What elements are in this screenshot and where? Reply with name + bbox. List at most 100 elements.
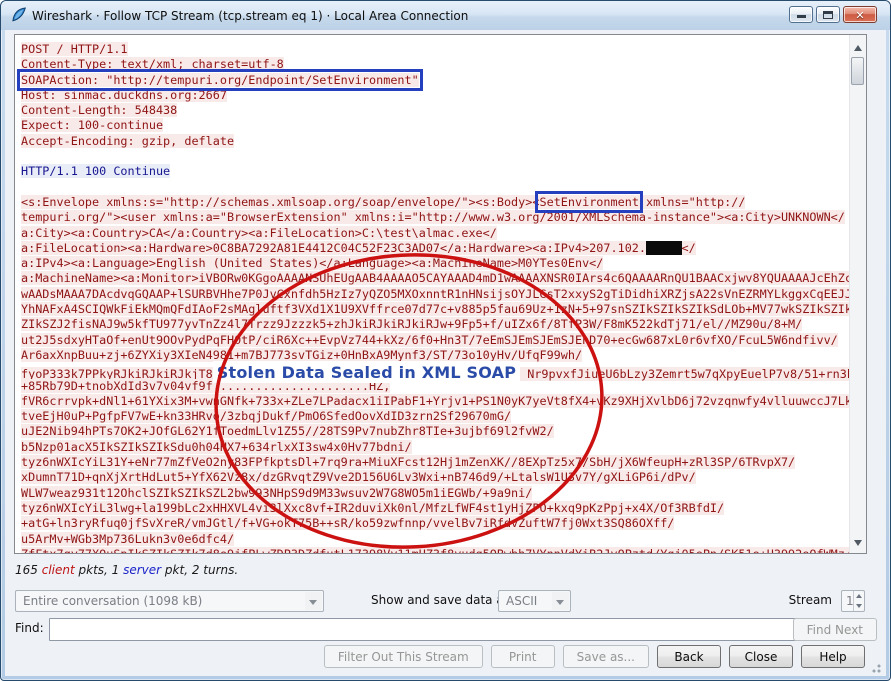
wireshark-icon	[10, 6, 28, 24]
show-as-select[interactable]: ASCII	[498, 590, 571, 612]
stream-line: WLW7weaz931t12OhclSZIkSZIkSZL2bw993NHpS9…	[21, 486, 849, 501]
status-line: 165 client pkts, 1 server pkt, 2 turns.	[15, 563, 238, 577]
stream-line: fVR6crrvpk+dNl1+61YXix3M+vwnGNfk+733x+ZL…	[21, 394, 849, 409]
back-button[interactable]: Back	[657, 645, 721, 668]
chevron-down-icon	[305, 592, 322, 610]
stream-line	[21, 149, 849, 164]
status-part: 2 turns.	[192, 563, 238, 577]
stream-segment: <s:Envelope xmlns:s="http://schemas.xmls…	[21, 195, 539, 209]
save-as-button[interactable]: Save as...	[563, 645, 649, 668]
find-label: Find:	[15, 621, 44, 635]
stream-segment: wAADsMAAA7DAcdvqGQAAP+lSURBVHhe7P0JvCxnf…	[21, 287, 849, 301]
stream-segment: a:City><a:Country>CA</a:Country><a:FileL…	[21, 226, 497, 240]
status-part: 165	[15, 563, 42, 577]
show-as-select-value: ASCII	[506, 594, 537, 608]
stream-line: a:City><a:Country>CA</a:Country><a:FileL…	[21, 226, 849, 241]
follow-tcp-stream-window: Wireshark · Follow TCP Stream (tcp.strea…	[0, 0, 891, 681]
stream-line: <s:Envelope xmlns:s="http://schemas.xmls…	[21, 195, 849, 210]
stream-segment: HTTP/1.1 100 Continue	[21, 164, 170, 178]
stream-segment: tyz6nWXIcYiL3lwg+la199bLc2xHHXVL4vi3lXxc…	[21, 501, 724, 515]
status-part: pkts,	[75, 563, 112, 577]
stream-line: Host: sinmac.duckdns.org:2667	[21, 88, 849, 103]
stream-segment: POST / HTTP/1.1	[21, 42, 128, 56]
highlight-box-text: SetEnvironment	[539, 195, 638, 209]
stream-segment: fVR6crrvpk+dNl1+61YXix3M+vwnGNfk+733x+ZL…	[21, 394, 849, 408]
stream-line: Content-Length: 548438	[21, 103, 849, 118]
stream-segment: tveEjH0uP+PgfpFV7wE+kn33HRvo/3zbqjDukf/P…	[21, 409, 511, 423]
stream-line: Content-Type: text/xml; charset=utf-8	[21, 57, 849, 72]
stream-segment: a:IPv4><a:Language>English (United State…	[21, 256, 603, 270]
stream-line: Expect: 100-continue	[21, 118, 849, 133]
stream-segment: +atG+ln3ryRfuq0jfSvXreR/vmJGtl/f+VG+okT7…	[21, 516, 674, 530]
stream-line: tempuri.org/"><user xmlns:a="BrowserExte…	[21, 210, 849, 225]
stream-line: xDumnT71D+qnXjXrtHdLut5+YfX62Vz8x/dzGRvq…	[21, 470, 849, 485]
scroll-down-icon[interactable]	[854, 540, 862, 546]
maximize-icon	[823, 11, 833, 19]
stream-segment: xDumnT71D+qnXjXrtHdLut5+YfX62Vz8x/dzGRvq…	[21, 470, 696, 484]
stream-segment: Nr9pvxfJiueU6bLzy3Zemrt5w7qXpyEuelP7v8/5…	[520, 367, 849, 381]
help-button[interactable]: Help	[801, 645, 865, 668]
print-button[interactable]: Print	[491, 645, 555, 668]
stream-line: +atG+ln3ryRfuq0jfSvXreR/vmJGtl/f+VG+okT7…	[21, 516, 849, 531]
minimize-button[interactable]	[789, 6, 813, 23]
stream-segment: Expect: 100-continue	[21, 118, 163, 132]
stream-segment: u5ArMv+WGb3Mp736Lukn3v0e6dfc4/	[21, 532, 234, 546]
stream-text[interactable]: POST / HTTP/1.1Content-Type: text/xml; c…	[15, 35, 849, 553]
titlebar[interactable]: Wireshark · Follow TCP Stream (tcp.strea…	[1, 1, 890, 30]
status-part: 1	[112, 563, 123, 577]
conversation-select-value: Entire conversation (1098 kB)	[23, 594, 202, 608]
stream-segment: ZIkSZJ2fisNAJ9w5kfTU977yvTnZz4l7Trzz9Jzz…	[21, 317, 802, 331]
stream-line: fyoP333k7PPkyRJkiRJkiRJkjT8Stolen Data S…	[21, 363, 849, 378]
find-next-button[interactable]: Find Next	[793, 618, 877, 641]
stream-segment: </	[682, 241, 696, 255]
stream-line: ZfFtx7qy77XQuSpIkSZIkSZIk7d8e9jfPLwZDP3D…	[21, 547, 849, 553]
find-input[interactable]	[49, 618, 812, 641]
stream-number-stepper[interactable]: 1	[841, 590, 865, 612]
stream-segment: ut2J5sdxyHTaOf+enUt9OOvPydPqFH0tP/ciR6Xc…	[21, 333, 838, 347]
stream-segment: YhNAFxA4SCIQWkFiEkMQmQFdIAoF2sMAgluftf3V…	[21, 302, 849, 316]
stream-line: SOAPAction: "http://tempuri.org/Endpoint…	[21, 73, 849, 88]
footer-buttons: Filter Out This Stream Print Save as... Bac…	[324, 645, 865, 668]
stream-line	[21, 180, 849, 195]
scroll-up-icon[interactable]	[854, 45, 862, 51]
stream-line: a:MachineName><a:Monitor>iVBORw0KGgoAAAA…	[21, 271, 849, 286]
stepper-down-icon[interactable]	[856, 604, 862, 608]
stream-line: wAADsMAAA7DAcdvqGQAAP+lSURBVHhe7P0JvCxnf…	[21, 287, 849, 302]
vertical-scrollbar[interactable]	[849, 35, 866, 553]
resize-grip[interactable]	[869, 661, 881, 673]
close-button[interactable]: Close	[729, 645, 793, 668]
stream-segment: tempuri.org/"><user xmlns:a="BrowserExte…	[21, 210, 845, 224]
stream-line: tveEjH0uP+PgfpFV7wE+kn33HRvo/3zbqjDukf/P…	[21, 409, 849, 424]
stream-line: tyz6nWXIcYiL3lwg+la199bLc2xHHXVL4vi3lXxc…	[21, 501, 849, 516]
stream-segment: a:FileLocation><a:Hardware>0C8BA7292A81E…	[21, 241, 646, 255]
stream-line: a:IPv4><a:Language>English (United State…	[21, 256, 849, 271]
chevron-down-icon	[552, 592, 569, 610]
stream-line: u5ArMv+WGb3Mp736Lukn3v0e6dfc4/	[21, 532, 849, 547]
maximize-button[interactable]	[816, 6, 840, 23]
status-part: pkt,	[161, 563, 192, 577]
redacted-text: XXXXX	[646, 241, 682, 255]
scrollbar-thumb[interactable]	[851, 57, 864, 85]
stream-segment: WLW7weaz931t12OhclSZIkSZIkSZL2bw993NHpS9…	[21, 486, 532, 500]
stream-segment: Ar6axXnpBuu+zj+6ZYXiy3XIeN4981+m7BJ773sv…	[21, 348, 582, 362]
filter-out-this-stream-button[interactable]: Filter Out This Stream	[324, 645, 483, 668]
window-title: Wireshark · Follow TCP Stream (tcp.strea…	[32, 9, 468, 23]
callout-annotation: Stolen Data Sealed in XML SOAP	[213, 361, 520, 383]
stream-line: a:FileLocation><a:Hardware>0C8BA7292A81E…	[21, 241, 849, 256]
minimize-icon	[797, 15, 806, 18]
stream-segment: tyz6nWXIcYiL31Y+eNr77mZfVeO2ny83FPfkptsD…	[21, 455, 795, 469]
conversation-select[interactable]: Entire conversation (1098 kB)	[15, 590, 324, 612]
stream-segment: ZfFtx7qy77XQuSpIkSZIkSZIk7d8e9jfPLwZDP3D…	[21, 547, 849, 553]
stream-content-area[interactable]: POST / HTTP/1.1Content-Type: text/xml; c…	[14, 34, 867, 554]
stream-line: ut2J5sdxyHTaOf+enUt9OOvPydPqFH0tP/ciR6Xc…	[21, 333, 849, 348]
stream-segment: b5Nzp01acX5IkSZIkSZIkSdu0h04HX7+634rlxXI…	[21, 440, 412, 454]
stream-line: HTTP/1.1 100 Continue	[21, 164, 849, 179]
stepper-buttons[interactable]	[853, 591, 864, 611]
close-button[interactable]: ✕	[843, 6, 877, 23]
stream-segment: Content-Length: 548438	[21, 103, 177, 117]
stream-segment: Host: sinmac.duckdns.org:2667	[21, 88, 227, 102]
stepper-up-icon[interactable]	[856, 594, 862, 598]
stream-line: YhNAFxA4SCIQWkFiEkMQmQFdIAoF2sMAgluftf3V…	[21, 302, 849, 317]
stream-segment: a:MachineName><a:Monitor>iVBORw0KGgoAAAA…	[21, 271, 849, 285]
stream-line: b5Nzp01acX5IkSZIkSZIkSdu0h04HX7+634rlxXI…	[21, 440, 849, 455]
